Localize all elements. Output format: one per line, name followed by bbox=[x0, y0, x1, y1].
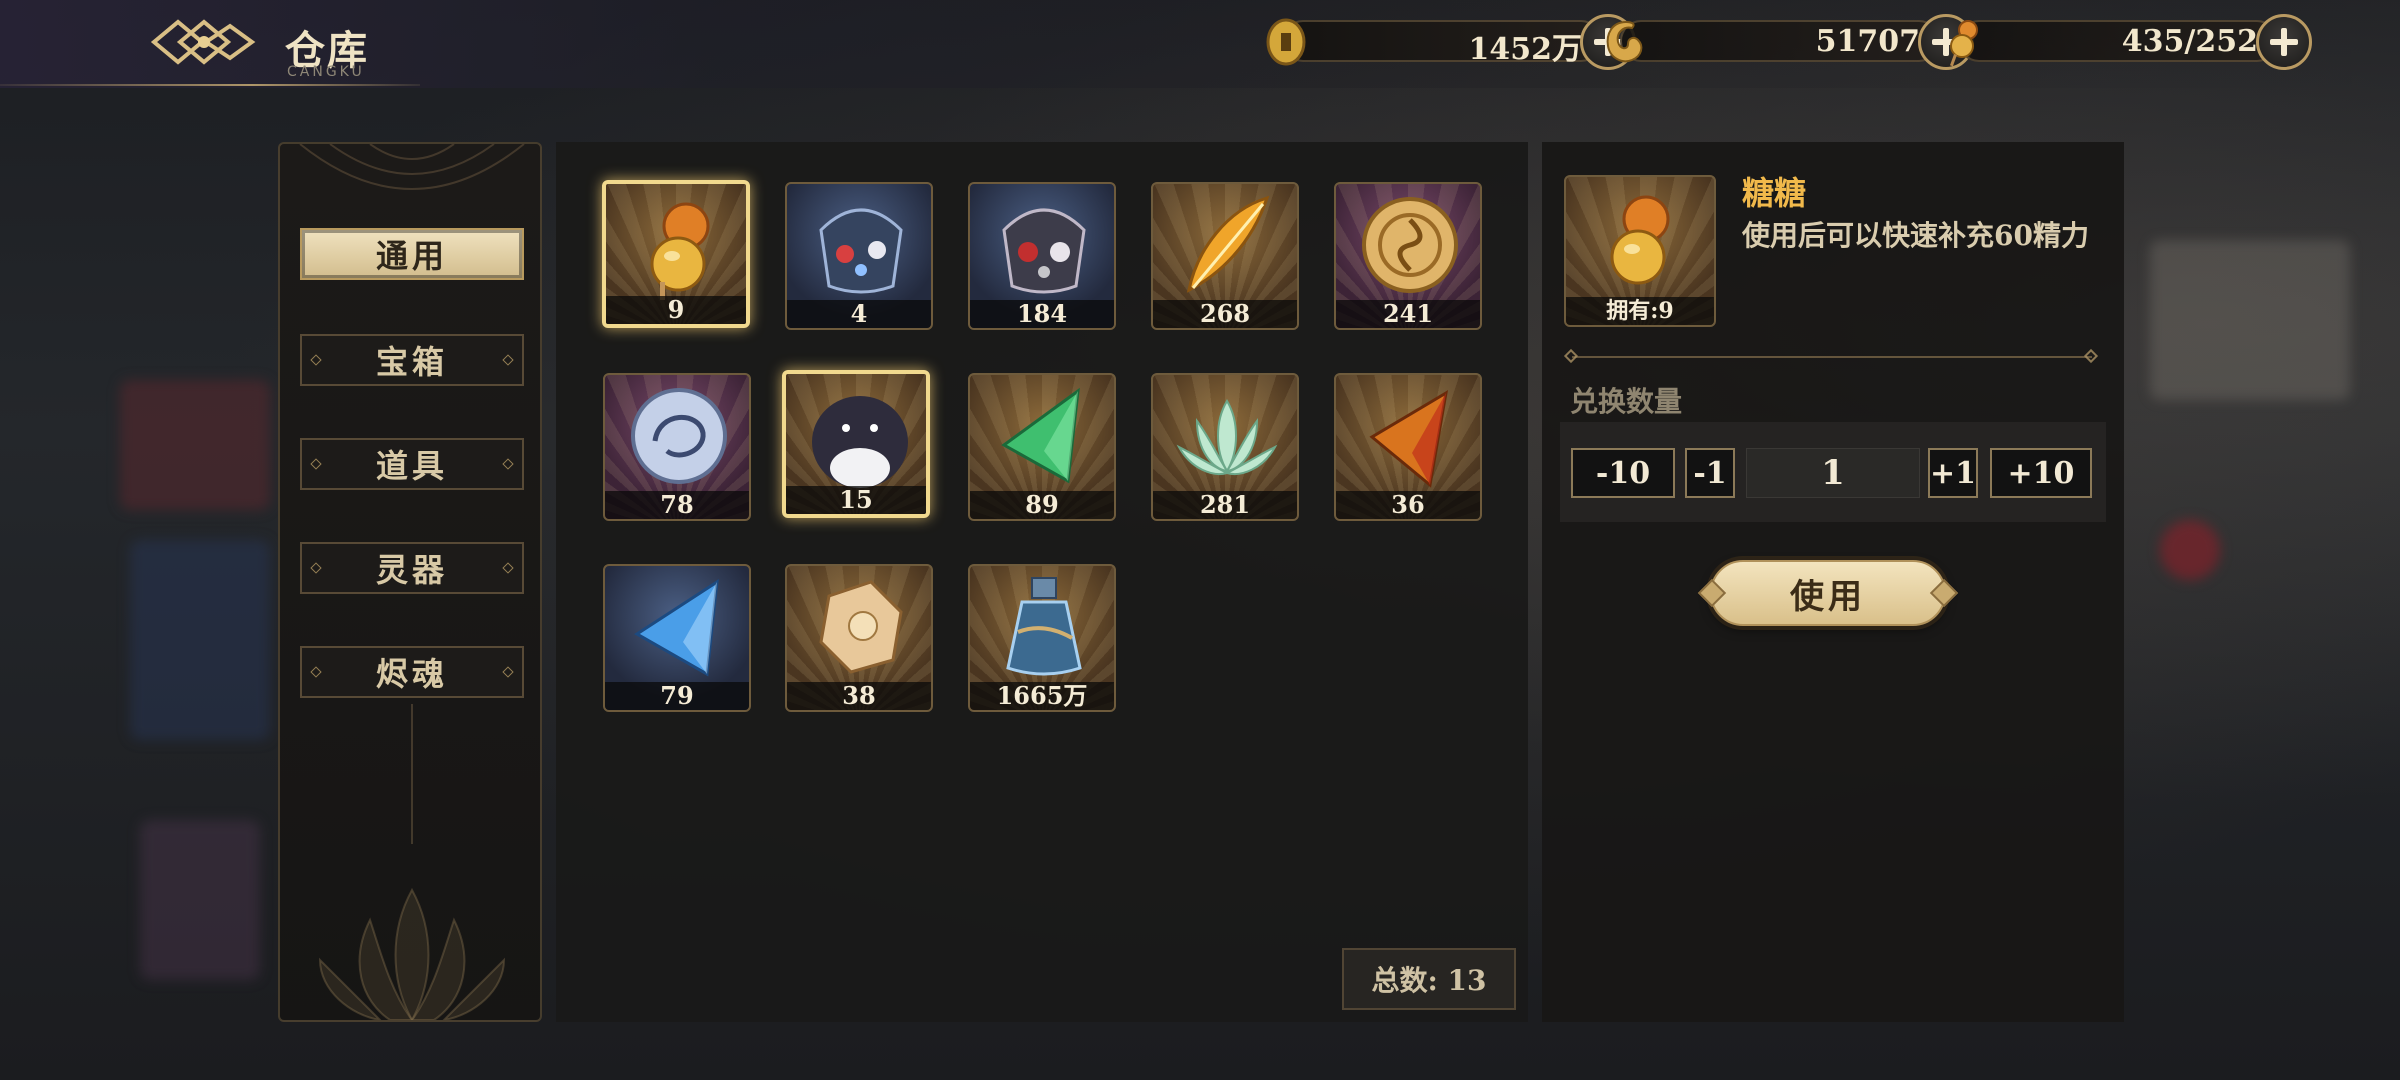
detail-item-preview: 拥有:9 bbox=[1564, 175, 1716, 327]
diamond-ornament bbox=[502, 458, 514, 470]
plus-10-button[interactable]: +10 bbox=[1990, 448, 2092, 498]
ornament-top bbox=[299, 144, 525, 190]
item-count: 1665万 bbox=[970, 682, 1114, 710]
tab-ember-soul[interactable]: 烬魂 bbox=[300, 646, 524, 698]
currency-value: 435/252 bbox=[2121, 24, 2258, 59]
warehouse-emblem-icon bbox=[150, 19, 256, 65]
background-scene bbox=[2150, 240, 2350, 400]
golden-feather-icon bbox=[1186, 195, 1270, 293]
tab-label: 烬魂 bbox=[375, 655, 448, 693]
minus-1-button[interactable]: -1 bbox=[1685, 448, 1735, 498]
inventory-slot-blue-potion-bottle[interactable]: 1665万 bbox=[968, 564, 1116, 712]
penguin-doll-icon bbox=[812, 396, 908, 488]
use-button[interactable]: 使用 bbox=[1710, 560, 1946, 626]
currency-value: 1452万 bbox=[1468, 32, 1583, 67]
diamond-ornament bbox=[310, 562, 322, 574]
divider bbox=[411, 704, 413, 844]
item-count: 268 bbox=[1153, 300, 1297, 328]
page-subtitle: CANGKU bbox=[287, 64, 365, 80]
minus-10-button[interactable]: -10 bbox=[1571, 448, 1675, 498]
currency-value: 51707 bbox=[1815, 24, 1920, 59]
plus-1-button[interactable]: +1 bbox=[1928, 448, 1978, 498]
item-count: 15 bbox=[786, 486, 926, 514]
category-sidebar: 通用 宝箱 道具 灵器 烬魂 bbox=[278, 142, 542, 1022]
diamond-ornament bbox=[502, 562, 514, 574]
item-count: 9 bbox=[606, 296, 746, 324]
background-scene bbox=[130, 540, 270, 740]
background-scene bbox=[2160, 520, 2220, 580]
diamond-ornament bbox=[310, 458, 322, 470]
background-scene bbox=[120, 380, 270, 510]
use-button-label: 使用 bbox=[1790, 576, 1866, 617]
tab-spirit-artifact[interactable]: 灵器 bbox=[300, 542, 524, 594]
fire-crystal-icon bbox=[1369, 390, 1449, 488]
inventory-slot-gold-triskelion-disc[interactable]: 241 bbox=[1334, 182, 1482, 330]
divider bbox=[1572, 356, 2092, 358]
tab-label: 灵器 bbox=[375, 551, 448, 589]
item-count: 79 bbox=[605, 682, 749, 710]
inventory-slot-green-crystal[interactable]: 89 bbox=[968, 373, 1116, 521]
candied-gourd-icon bbox=[650, 202, 710, 300]
inventory-slot-blue-crystal[interactable]: 79 bbox=[603, 564, 751, 712]
item-count: 36 bbox=[1336, 491, 1480, 519]
quantity-label: 兑换数量 bbox=[1570, 385, 1683, 418]
inventory-slot-golden-feather[interactable]: 268 bbox=[1151, 182, 1299, 330]
silver-dragon-disc-icon bbox=[631, 388, 727, 484]
owned-count: 拥有:9 bbox=[1566, 297, 1714, 325]
diamond-ornament bbox=[502, 666, 514, 678]
inventory-slot-amber-ore[interactable]: 38 bbox=[785, 564, 933, 712]
inventory-slot-jade-lotus[interactable]: 281 bbox=[1151, 373, 1299, 521]
currency-dragon: 51707 bbox=[1600, 14, 1980, 70]
tab-label: 通用 bbox=[375, 237, 448, 275]
inventory-slot-candied-gourd[interactable]: 9 bbox=[602, 180, 750, 328]
tab-props[interactable]: 道具 bbox=[300, 438, 524, 490]
item-count: 78 bbox=[605, 491, 749, 519]
background-scene bbox=[140, 820, 260, 980]
amber-ore-icon bbox=[819, 580, 903, 674]
header-underline bbox=[0, 84, 420, 86]
header: 仓库 CANGKU 1452万 51707 435/252 bbox=[0, 0, 2400, 90]
item-count: 241 bbox=[1336, 300, 1480, 328]
tab-label: 宝箱 bbox=[375, 343, 448, 381]
blue-crystal-icon bbox=[634, 579, 719, 677]
item-name: 糖糖 bbox=[1742, 174, 1807, 212]
copper-coin-icon bbox=[1266, 18, 1306, 66]
lotus-ornament bbox=[318, 887, 506, 1020]
green-crystal-icon bbox=[1001, 387, 1080, 484]
quantity-input[interactable]: 1 bbox=[1746, 448, 1920, 498]
item-count: 4 bbox=[787, 300, 931, 328]
currency-stamina: 435/252 bbox=[1938, 14, 2318, 70]
item-count: 89 bbox=[970, 491, 1114, 519]
inventory-slot-silver-dragon-disc[interactable]: 78 bbox=[603, 373, 751, 521]
total-count: 总数: 13 bbox=[1342, 948, 1516, 1010]
item-count: 281 bbox=[1153, 491, 1297, 519]
inventory-slot-blue-dice-pouch[interactable]: 4 bbox=[785, 182, 933, 330]
golden-dragon-icon bbox=[1606, 20, 1643, 63]
blue-dice-pouch-icon bbox=[819, 208, 903, 294]
blue-potion-bottle-icon bbox=[1006, 577, 1082, 676]
item-count: 184 bbox=[970, 300, 1114, 328]
diamond-ornament bbox=[310, 666, 322, 678]
gold-triskelion-disc-icon bbox=[1362, 197, 1458, 293]
candied-gourd-icon bbox=[1610, 195, 1670, 285]
tab-chest[interactable]: 宝箱 bbox=[300, 334, 524, 386]
candied-gourd-icon bbox=[1950, 20, 1978, 67]
add-stamina-button[interactable] bbox=[2256, 14, 2312, 70]
red-dice-pouch-icon bbox=[1002, 208, 1086, 294]
jade-lotus-icon bbox=[1176, 399, 1278, 475]
inventory-slot-fire-crystal[interactable]: 36 bbox=[1334, 373, 1482, 521]
diamond-ornament bbox=[310, 354, 322, 366]
inventory-slot-red-dice-pouch[interactable]: 184 bbox=[968, 182, 1116, 330]
inventory-slot-penguin-doll[interactable]: 15 bbox=[782, 370, 930, 518]
tab-label: 道具 bbox=[375, 447, 448, 485]
item-count: 38 bbox=[787, 682, 931, 710]
item-description: 使用后可以快速补充60精力 bbox=[1742, 219, 2089, 252]
diamond-ornament bbox=[502, 354, 514, 366]
currency-copper: 1452万 bbox=[1262, 14, 1642, 70]
tab-general[interactable]: 通用 bbox=[300, 228, 524, 280]
